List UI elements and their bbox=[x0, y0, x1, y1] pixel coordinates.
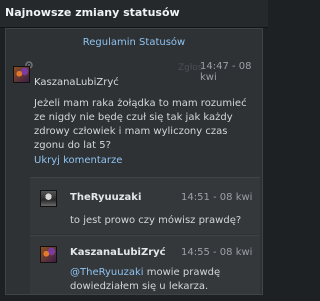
post-author[interactable]: KaszanaLubiZryć bbox=[34, 77, 119, 88]
status-panel: Najnowsze zmiany statusów Regulamin Stat… bbox=[0, 0, 268, 301]
mention-link[interactable]: @TheRyuuzaki bbox=[70, 267, 144, 278]
panel-header: Najnowsze zmiany statusów bbox=[0, 0, 268, 28]
post-line: zgonu do lat 5? bbox=[34, 140, 111, 151]
comment-line-rest: mowie prawdę bbox=[143, 267, 221, 278]
hide-comments-link[interactable]: Ukryj komentarze bbox=[34, 155, 122, 166]
comment-author[interactable]: TheRyuuzaki bbox=[70, 192, 141, 203]
report-link[interactable]: Zgłoś bbox=[178, 63, 203, 73]
post-text: Jeżeli mam raka żołądka to mam rozumieć … bbox=[34, 97, 260, 153]
rules-link[interactable]: Regulamin Statusów bbox=[6, 37, 262, 48]
comment: KaszanaLubiZryć 14:55 - 08 kwi @TheRyuuz… bbox=[30, 235, 260, 294]
post-line: Jeżeli mam raka żołądka to mam rozumieć bbox=[34, 98, 247, 109]
comment: TheRyuuzaki 14:51 - 08 kwi to jest prowo… bbox=[30, 177, 260, 234]
comment-text: @TheRyuuzaki mowie prawdę dowiedziałem s… bbox=[70, 266, 255, 294]
post-line: ze nigdy nie będę czuł się tak jak każdy bbox=[34, 112, 233, 123]
avatar[interactable] bbox=[40, 190, 57, 207]
comment-line: dowiedziałem się u lekarza. bbox=[70, 281, 209, 292]
avatar[interactable] bbox=[13, 66, 30, 83]
avatar[interactable] bbox=[40, 246, 57, 263]
comment-author[interactable]: KaszanaLubiZryć bbox=[70, 247, 166, 258]
comment-time: 14:51 - 08 kwi bbox=[181, 192, 253, 203]
comment-time: 14:55 - 08 kwi bbox=[181, 247, 253, 258]
post-line: zdrowy człowiek i mam wyliczony czas bbox=[34, 126, 228, 137]
status-feed: Regulamin Statusów Zgłoś 14:47 - 08 kwi … bbox=[5, 28, 263, 295]
post-time: 14:47 - 08 kwi bbox=[200, 61, 252, 83]
panel-title: Najnowsze zmiany statusów bbox=[5, 6, 180, 19]
comment-line: @TheRyuuzaki mowie prawdę bbox=[70, 266, 255, 280]
comment-text: to jest prowo czy mówisz prawdę? bbox=[70, 215, 242, 226]
